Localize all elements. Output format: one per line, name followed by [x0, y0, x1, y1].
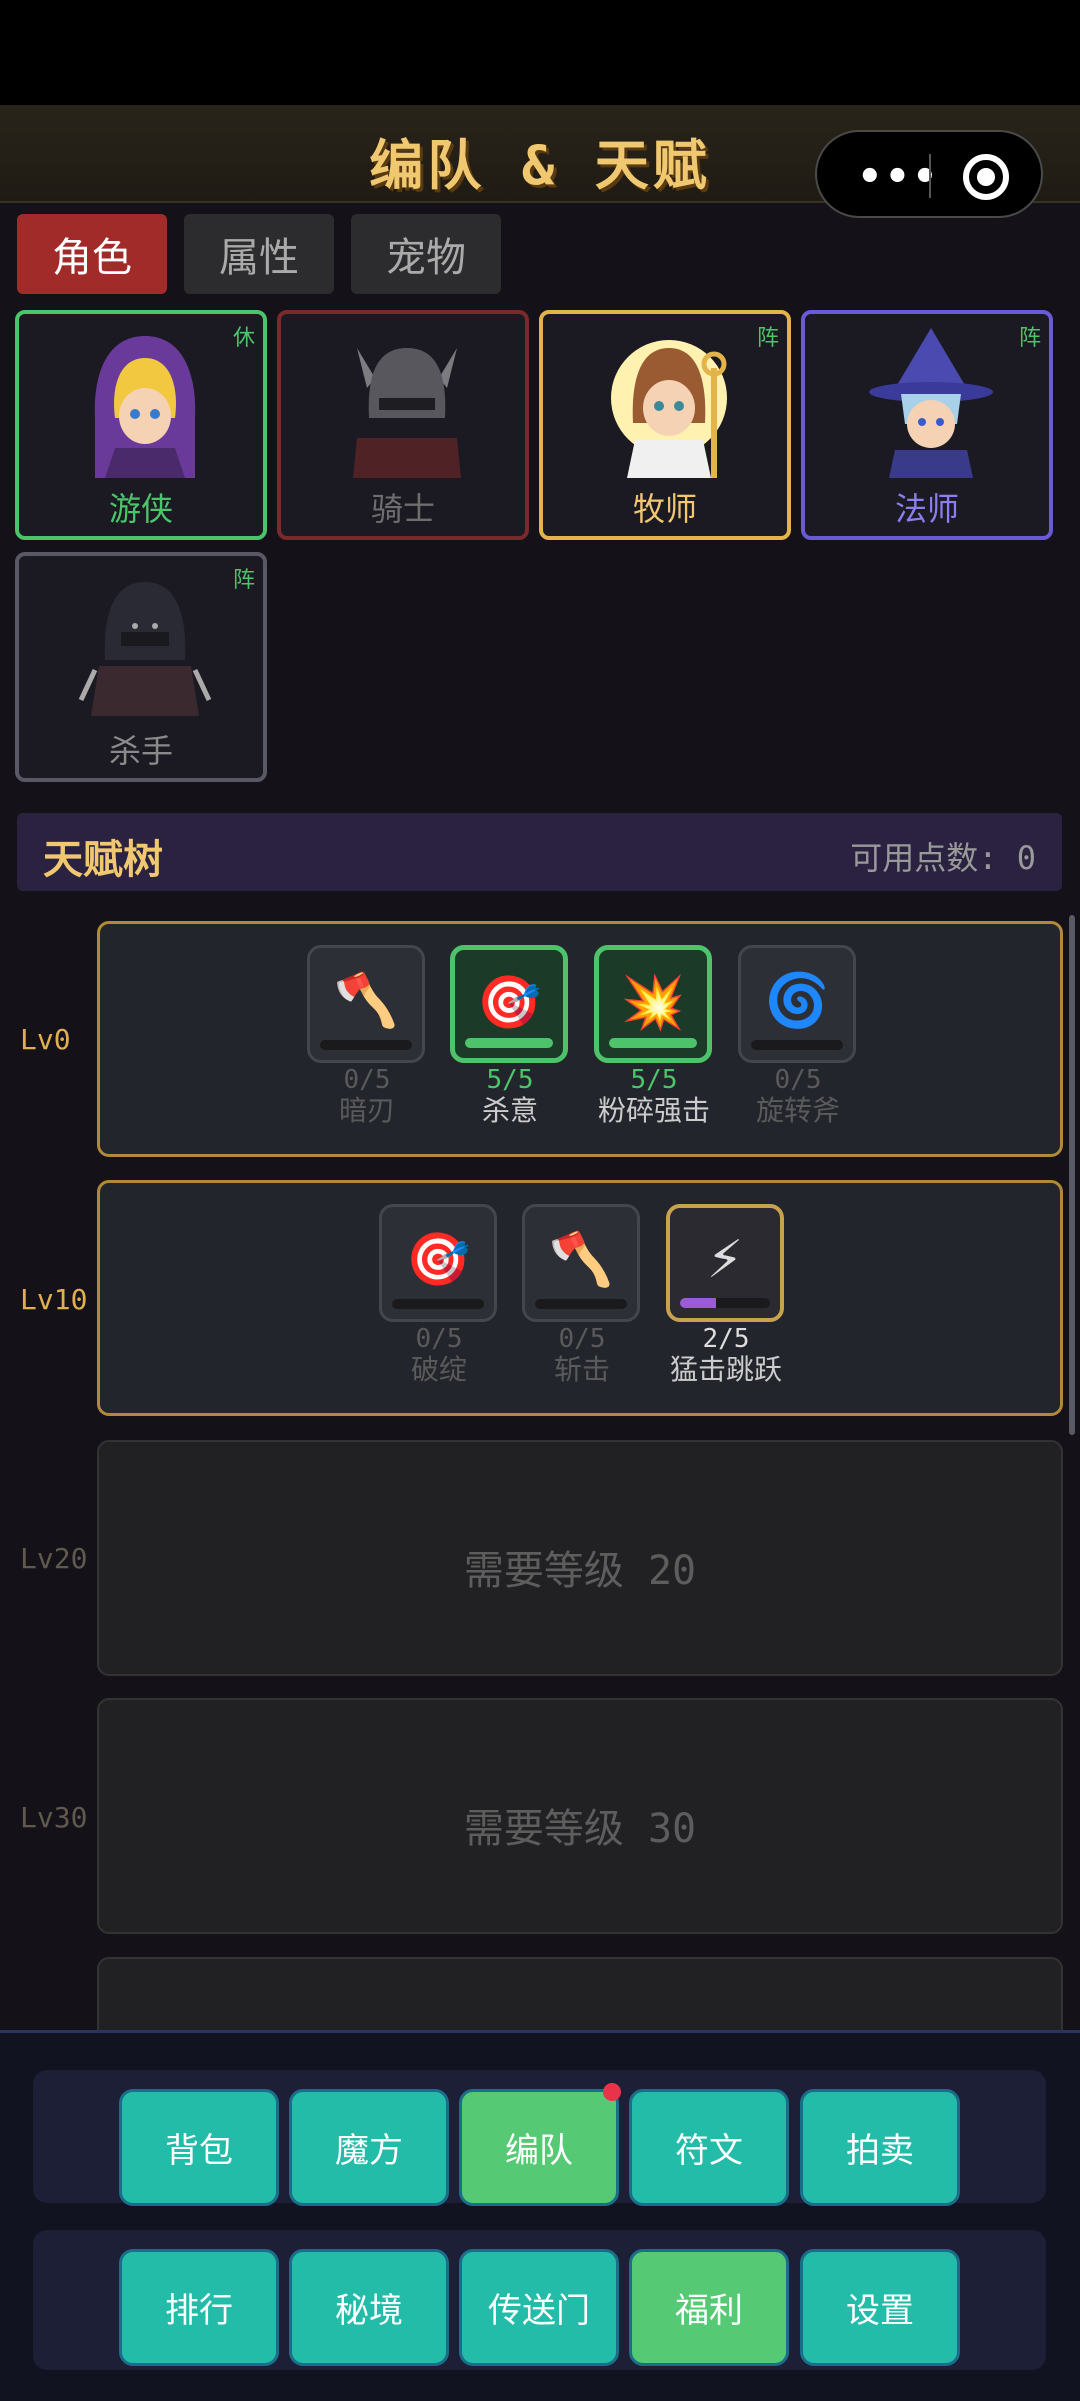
burst-icon: 💥 [620, 973, 686, 1033]
nav-button-secret-realm[interactable]: 秘境 [289, 2249, 449, 2366]
knight-portrait [353, 348, 461, 478]
talent-tier-lv0: 🪓 0/5 暗刃 🎯 5/5 杀意 💥 5/5 粉碎强击 🌀 0/5 旋转斧 [97, 921, 1063, 1157]
level-requirement: 需要等级 30 [463, 1806, 697, 1852]
whirl-icon: 🌀 [764, 971, 830, 1031]
nav-button-cube[interactable]: 魔方 [289, 2089, 449, 2206]
skill-slot[interactable]: 🌀 0/5 旋转斧 [738, 945, 858, 1127]
miniprogram-capsule: ••• [815, 130, 1043, 218]
status-bar [0, 0, 1080, 105]
capsule-divider [929, 154, 931, 198]
hero-badge: 阵 [1018, 326, 1041, 351]
bottom-nav: 背包 魔方 编队 符文 拍卖 排行 秘境 传送门 福利 设置 [0, 2030, 1080, 2401]
skill-slot[interactable]: 🎯 0/5 破绽 [379, 1204, 499, 1386]
tier-level-label: Lv20 [20, 1542, 88, 1575]
hero-badge: 休 [232, 326, 255, 351]
skill-progress-bar [535, 1299, 627, 1309]
skill-name: 旋转斧 [755, 1094, 840, 1127]
available-points: 可用点数: 0 [850, 839, 1036, 877]
nav-button-settings[interactable]: 设置 [800, 2249, 960, 2366]
nav-button-bag[interactable]: 背包 [119, 2089, 279, 2206]
talent-tree-header: 天赋树 可用点数: 0 [17, 813, 1062, 891]
hero-card-mage[interactable]: 阵 法师 [801, 310, 1053, 540]
axe-icon: 🪓 [548, 1230, 614, 1290]
skill-box: 🪓 [307, 945, 425, 1063]
notification-dot [603, 2083, 621, 2101]
lightning-icon: ⚡ [706, 1230, 744, 1290]
skill-slot[interactable]: 💥 5/5 粉碎强击 [594, 945, 714, 1127]
more-icon[interactable]: ••• [857, 154, 940, 200]
target-icon: 🎯 [476, 973, 542, 1033]
skill-progress-bar [751, 1040, 843, 1050]
assassin-portrait [78, 582, 212, 716]
skill-progress-bar [392, 1299, 484, 1309]
skill-progress-bar [465, 1038, 553, 1048]
nav-button-runes[interactable]: 符文 [629, 2089, 789, 2206]
tab-attributes[interactable]: 属性 [184, 214, 334, 294]
nav-row-1: 背包 魔方 编队 符文 拍卖 [33, 2070, 1046, 2206]
skill-progress-fill [609, 1038, 697, 1048]
axe-icon: 🪓 [333, 971, 399, 1031]
hero-name: 牧师 [632, 490, 697, 528]
talent-tier-lv20: 需要等级 20 [97, 1440, 1063, 1676]
talent-tree-title: 天赋树 [43, 837, 163, 883]
close-target-icon[interactable] [963, 154, 1009, 200]
tier-level-label: Lv0 [20, 1023, 71, 1056]
nav-button-formation[interactable]: 编队 [459, 2083, 621, 2206]
skill-box: 🎯 [450, 945, 568, 1063]
skill-progress-fill [680, 1298, 716, 1308]
hero-name: 骑士 [370, 490, 435, 528]
nav-row-2: 排行 秘境 传送门 福利 设置 [33, 2230, 1046, 2370]
tier-level-label: Lv30 [20, 1801, 88, 1834]
tier-level-label: Lv10 [20, 1283, 88, 1316]
talent-tier-next [97, 1957, 1063, 2037]
mage-portrait [869, 328, 993, 478]
skill-slot[interactable]: ⚡ 2/5 猛击跳跃 [666, 1204, 786, 1386]
nav-button-portal[interactable]: 传送门 [459, 2249, 619, 2366]
skill-box: 🪓 [522, 1204, 640, 1322]
skill-slot[interactable]: 🪓 0/5 斩击 [522, 1204, 642, 1386]
hero-name: 法师 [894, 490, 959, 528]
skill-box: 🌀 [738, 945, 856, 1063]
nav-button-ranking[interactable]: 排行 [119, 2249, 279, 2366]
skill-progress-bar [680, 1298, 770, 1308]
skill-slot[interactable]: 🪓 0/5 暗刃 [307, 945, 427, 1127]
hero-card-priest[interactable]: 阵 牧师 [539, 310, 791, 540]
scrollbar[interactable] [1069, 915, 1075, 1435]
talent-tier-lv10: 🎯 0/5 破绽 🪓 0/5 斩击 ⚡ 2/5 猛击跳跃 [97, 1180, 1063, 1416]
skill-slot[interactable]: 🎯 5/5 杀意 [450, 945, 570, 1127]
nav-button-welfare[interactable]: 福利 [629, 2249, 789, 2366]
skill-progress-bar [609, 1038, 697, 1048]
ranger-portrait [94, 336, 196, 478]
hero-card-ranger[interactable]: 休 游侠 [15, 310, 267, 540]
hero-card-assassin[interactable]: 阵 杀手 [15, 552, 267, 782]
hero-badge: 阵 [756, 326, 779, 351]
tab-pets[interactable]: 宠物 [351, 214, 501, 294]
skill-box: 💥 [594, 945, 712, 1063]
skill-progress-bar [320, 1040, 412, 1050]
hero-name: 游侠 [108, 490, 173, 528]
hero-card-knight[interactable]: 骑士 [277, 310, 529, 540]
level-requirement: 需要等级 20 [463, 1548, 697, 1594]
hero-badge: 阵 [232, 568, 255, 593]
skill-box: ⚡ [666, 1204, 784, 1322]
talent-tier-lv30: 需要等级 30 [97, 1698, 1063, 1934]
hero-name: 杀手 [108, 732, 173, 770]
skill-name: 猛击跳跃 [669, 1353, 782, 1386]
skill-box: 🎯 [379, 1204, 497, 1322]
priest-portrait [611, 340, 727, 478]
skill-progress-fill [465, 1038, 553, 1048]
target-icon: 🎯 [405, 1230, 471, 1290]
nav-button-label: 编队 [505, 2131, 573, 2171]
nav-button-auction[interactable]: 拍卖 [800, 2089, 960, 2206]
tab-roles[interactable]: 角色 [17, 214, 167, 294]
